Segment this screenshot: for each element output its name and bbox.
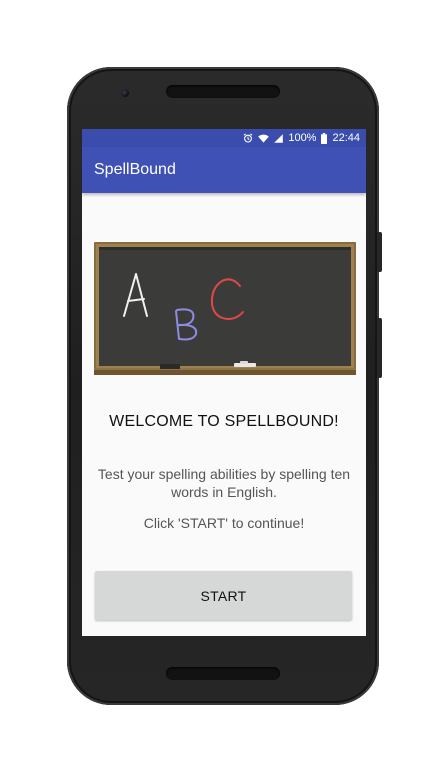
welcome-heading: WELCOME TO SPELLBOUND! (109, 413, 339, 430)
signal-icon (274, 133, 284, 143)
status-bar: 100% 22:44 (82, 129, 366, 147)
start-button[interactable]: START (95, 571, 352, 620)
chalkboard-image (94, 242, 356, 375)
description-text: Test your spelling abilities by spelling… (97, 466, 351, 500)
instruction-text: Click 'START' to continue! (143, 515, 305, 531)
earpiece-speaker (166, 85, 280, 98)
app-bar: SpellBound (82, 147, 366, 193)
battery-percent: 100% (288, 132, 317, 144)
volume-button (377, 318, 382, 378)
app-title: SpellBound (94, 161, 176, 178)
screen: 100% 22:44 SpellBound WELCOME TO SPELLBO… (82, 129, 366, 636)
front-camera (121, 89, 129, 97)
bottom-speaker (166, 667, 280, 680)
clock: 22:44 (332, 132, 360, 144)
power-button (377, 232, 382, 272)
alarm-icon (243, 133, 253, 143)
wifi-icon (258, 134, 270, 143)
battery-icon (321, 132, 328, 144)
